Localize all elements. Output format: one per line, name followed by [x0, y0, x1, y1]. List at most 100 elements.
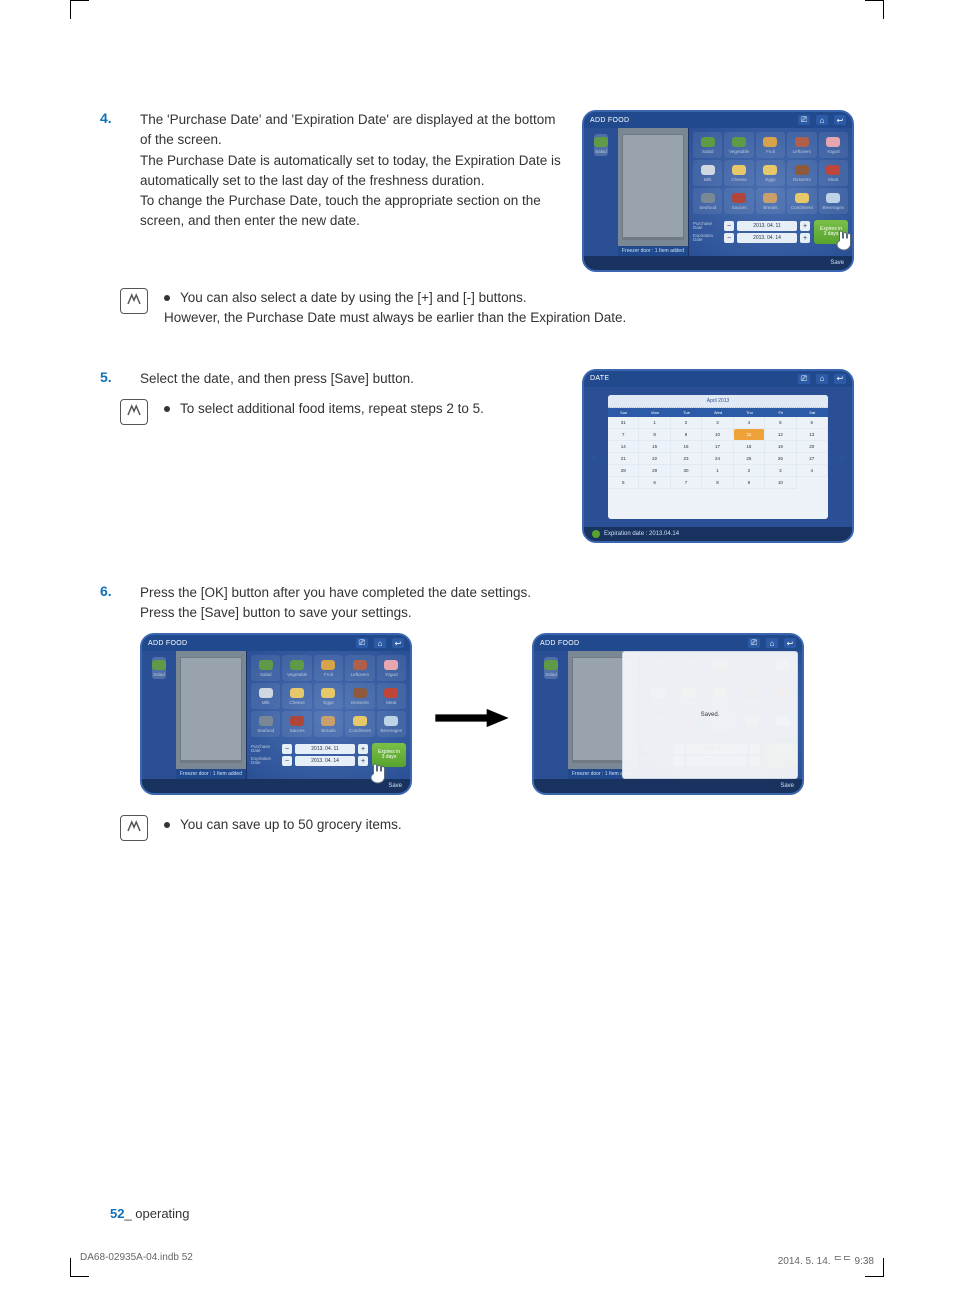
food-item[interactable]: Breads — [756, 188, 785, 214]
home-icon[interactable]: ⌂ — [816, 374, 828, 384]
calendar-cell[interactable]: 13 — [797, 429, 828, 441]
prev-month-button[interactable]: ‹ — [584, 387, 604, 527]
calendar-cell[interactable]: 1 — [702, 465, 733, 477]
food-item[interactable]: Milk — [693, 160, 722, 186]
calendar-cell[interactable]: 18 — [734, 441, 765, 453]
calendar-cell[interactable]: 8 — [702, 477, 733, 489]
minus-button[interactable]: − — [724, 221, 734, 231]
fridge-door-icon[interactable] — [180, 657, 242, 763]
food-item[interactable]: Salad — [251, 655, 280, 681]
calendar-cell[interactable]: 9 — [671, 429, 702, 441]
food-item[interactable]: Condiment — [345, 711, 374, 737]
food-item[interactable]: Eggs — [756, 160, 785, 186]
food-item[interactable]: Yogurt — [377, 655, 406, 681]
save-button[interactable]: Save — [780, 783, 794, 789]
food-item[interactable]: Salad — [693, 132, 722, 158]
calendar-cell[interactable]: 29 — [639, 465, 670, 477]
calendar-cell[interactable]: 10 — [702, 429, 733, 441]
food-item[interactable]: Beverages — [819, 188, 848, 214]
plus-button[interactable]: + — [358, 744, 368, 754]
food-item[interactable]: Vegetable — [724, 132, 753, 158]
calendar-cell[interactable]: 6 — [639, 477, 670, 489]
calendar-cell[interactable]: 4 — [797, 465, 828, 477]
minus-button[interactable]: − — [724, 233, 734, 243]
calendar-cell[interactable]: 25 — [734, 453, 765, 465]
calendar-cell[interactable]: 10 — [765, 477, 796, 489]
calendar-cell[interactable]: 12 — [765, 429, 796, 441]
plus-button[interactable]: + — [800, 221, 810, 231]
home-icon[interactable]: ⌂ — [374, 638, 386, 648]
food-item[interactable]: Yogurt — [819, 132, 848, 158]
calendar-cell[interactable]: 4 — [734, 417, 765, 429]
calendar-cell[interactable]: 24 — [702, 453, 733, 465]
next-month-button[interactable]: › — [832, 387, 852, 527]
calendar-cell[interactable]: 20 — [797, 441, 828, 453]
back-icon[interactable]: ↩ — [834, 374, 846, 384]
calendar-cell[interactable]: 28 — [608, 465, 639, 477]
expiration-date-value[interactable]: 2013. 04. 14 — [737, 233, 797, 243]
calendar-cell[interactable]: 3 — [765, 465, 796, 477]
dock-icon[interactable]: ⎚ — [798, 374, 810, 384]
calendar-cell[interactable]: 17 — [702, 441, 733, 453]
home-icon[interactable]: ⌂ — [816, 115, 828, 125]
food-item[interactable]: Fruit — [314, 655, 343, 681]
back-icon[interactable]: ↩ — [784, 638, 796, 648]
calendar-cell[interactable]: 31 — [608, 417, 639, 429]
food-item[interactable]: Meat — [377, 683, 406, 709]
dock-icon[interactable]: ⎚ — [356, 638, 368, 648]
fridge-door-icon[interactable] — [622, 134, 684, 240]
food-item[interactable]: Condiment — [787, 188, 816, 214]
food-item[interactable]: Cheese — [724, 160, 753, 186]
calendar-cell[interactable]: 15 — [639, 441, 670, 453]
food-item[interactable]: Milk — [251, 683, 280, 709]
calendar-cell[interactable]: 8 — [639, 429, 670, 441]
food-item[interactable]: Cheese — [282, 683, 311, 709]
save-button[interactable]: Save — [388, 783, 402, 789]
food-item[interactable]: Sauces — [724, 188, 753, 214]
calendar-cell[interactable]: 19 — [765, 441, 796, 453]
calendar-cell[interactable]: 7 — [608, 429, 639, 441]
food-item[interactable]: Meat — [819, 160, 848, 186]
food-item[interactable]: Eggs — [314, 683, 343, 709]
purchase-date-value[interactable]: 2013. 04. 11 — [737, 221, 797, 231]
home-icon[interactable]: ⌂ — [766, 638, 778, 648]
food-item[interactable]: Seafood — [693, 188, 722, 214]
calendar-cell[interactable]: 6 — [797, 417, 828, 429]
calendar-cell[interactable]: 11 — [734, 429, 765, 441]
calendar-cell[interactable]: 9 — [734, 477, 765, 489]
back-icon[interactable]: ↩ — [834, 115, 846, 125]
calendar-cell[interactable]: 3 — [702, 417, 733, 429]
calendar-cell[interactable]: 27 — [797, 453, 828, 465]
food-item[interactable]: Sauces — [282, 711, 311, 737]
calendar-cell[interactable]: 2 — [734, 465, 765, 477]
calendar-cell[interactable]: 5 — [608, 477, 639, 489]
dock-icon[interactable]: ⎚ — [798, 115, 810, 125]
food-item[interactable]: Beverages — [377, 711, 406, 737]
selected-food[interactable]: Salad — [594, 134, 608, 156]
plus-button[interactable]: + — [800, 233, 810, 243]
selected-food[interactable]: Salad — [152, 657, 166, 679]
food-item[interactable]: Leftovers — [787, 132, 816, 158]
calendar-cell[interactable]: 2 — [671, 417, 702, 429]
expiration-date-value[interactable]: 2013. 04. 14 — [295, 756, 355, 766]
back-icon[interactable]: ↩ — [392, 638, 404, 648]
calendar-cell[interactable]: 5 — [765, 417, 796, 429]
food-item[interactable]: Desserts — [787, 160, 816, 186]
calendar-cell[interactable]: 21 — [608, 453, 639, 465]
calendar-cell[interactable]: 7 — [671, 477, 702, 489]
food-item[interactable]: Desserts — [345, 683, 374, 709]
selected-food[interactable]: Salad — [544, 657, 558, 679]
calendar-cell[interactable]: 23 — [671, 453, 702, 465]
dock-icon[interactable]: ⎚ — [748, 638, 760, 648]
calendar-cell[interactable]: 26 — [765, 453, 796, 465]
minus-button[interactable]: − — [282, 744, 292, 754]
food-item[interactable]: Seafood — [251, 711, 280, 737]
food-item[interactable]: Vegetable — [282, 655, 311, 681]
calendar-cell[interactable]: 1 — [639, 417, 670, 429]
food-item[interactable]: Leftovers — [345, 655, 374, 681]
minus-button[interactable]: − — [282, 756, 292, 766]
food-item[interactable]: Breads — [314, 711, 343, 737]
purchase-date-value[interactable]: 2013. 04. 11 — [295, 744, 355, 754]
save-button[interactable]: Save — [830, 260, 844, 266]
food-item[interactable]: Fruit — [756, 132, 785, 158]
